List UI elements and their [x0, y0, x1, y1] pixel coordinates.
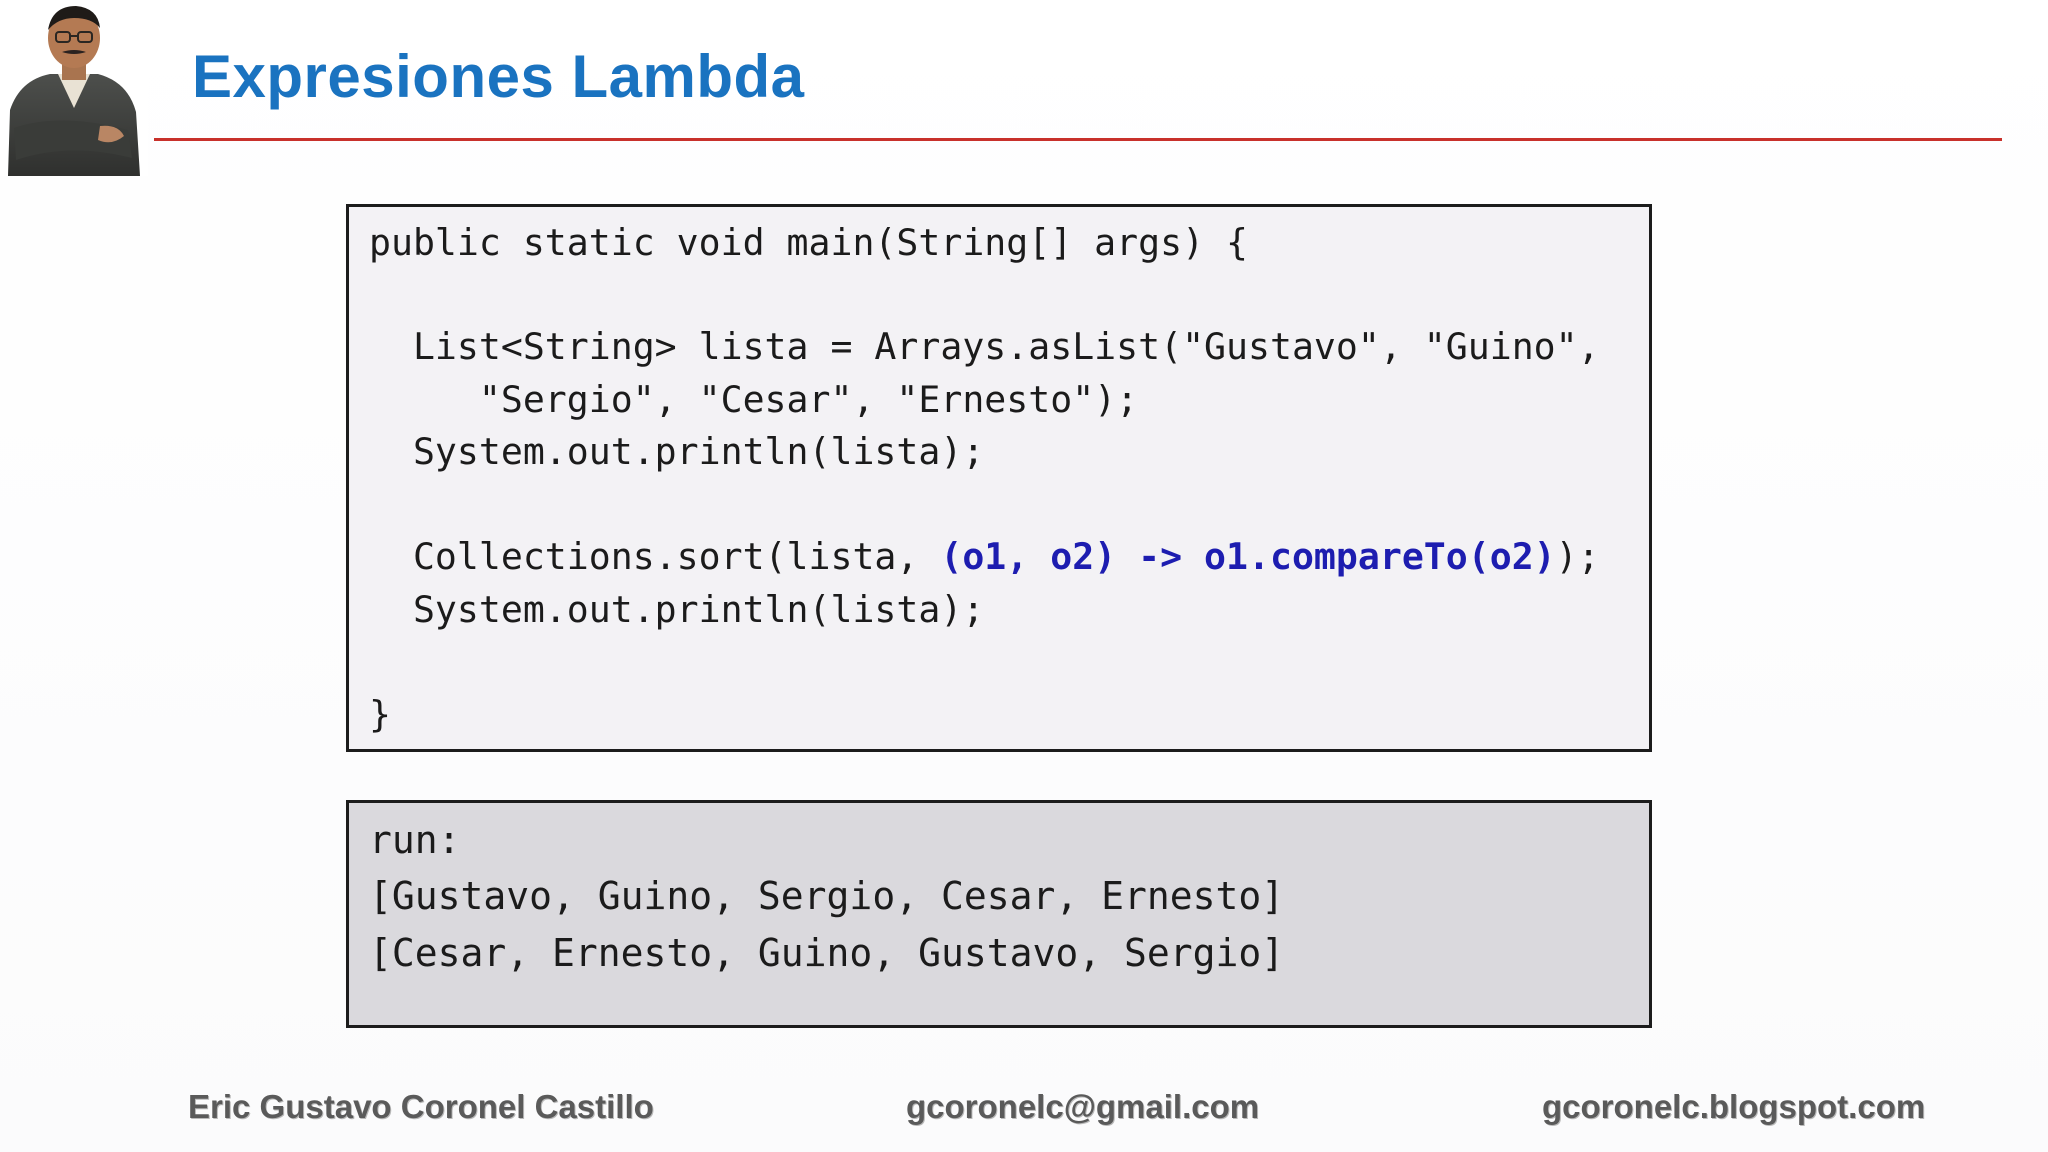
code-line: System.out.println(lista);	[369, 430, 985, 473]
output-line: run:	[369, 818, 461, 862]
code-line: "Sergio", "Cesar", "Ernesto");	[369, 378, 1139, 421]
page-title: Expresiones Lambda	[192, 43, 805, 110]
code-snippet: public static void main(String[] args) {…	[346, 204, 1652, 752]
footer-author: Eric Gustavo Coronel Castillo	[188, 1088, 654, 1125]
output-line: [Gustavo, Guino, Sergio, Cesar, Ernesto]	[369, 874, 1285, 918]
footer-blog: gcoronelc.blogspot.com	[1542, 1088, 1926, 1125]
code-line: public static void main(String[] args) {	[369, 221, 1248, 264]
program-output: run: [Gustavo, Guino, Sergio, Cesar, Ern…	[346, 800, 1652, 1028]
code-sort-call: Collections.sort(lista,	[369, 535, 941, 578]
code-sort-close: );	[1555, 535, 1600, 578]
slide: Expresiones Lambda public static void ma…	[0, 0, 2048, 1152]
code-line-sort: Collections.sort(lista, (o1, o2) -> o1.c…	[369, 538, 1600, 576]
code-line: System.out.println(lista);	[369, 588, 985, 631]
lambda-expression: (o1, o2) -> o1.compareTo(o2)	[940, 535, 1556, 578]
footer-email: gcoronelc@gmail.com	[906, 1088, 1260, 1125]
output-line: [Cesar, Ernesto, Guino, Gustavo, Sergio]	[369, 931, 1285, 975]
presenter-photo	[0, 0, 148, 176]
code-line: }	[369, 693, 391, 736]
title-divider	[154, 138, 2002, 141]
code-line: List<String> lista = Arrays.asList("Gust…	[369, 325, 1600, 368]
